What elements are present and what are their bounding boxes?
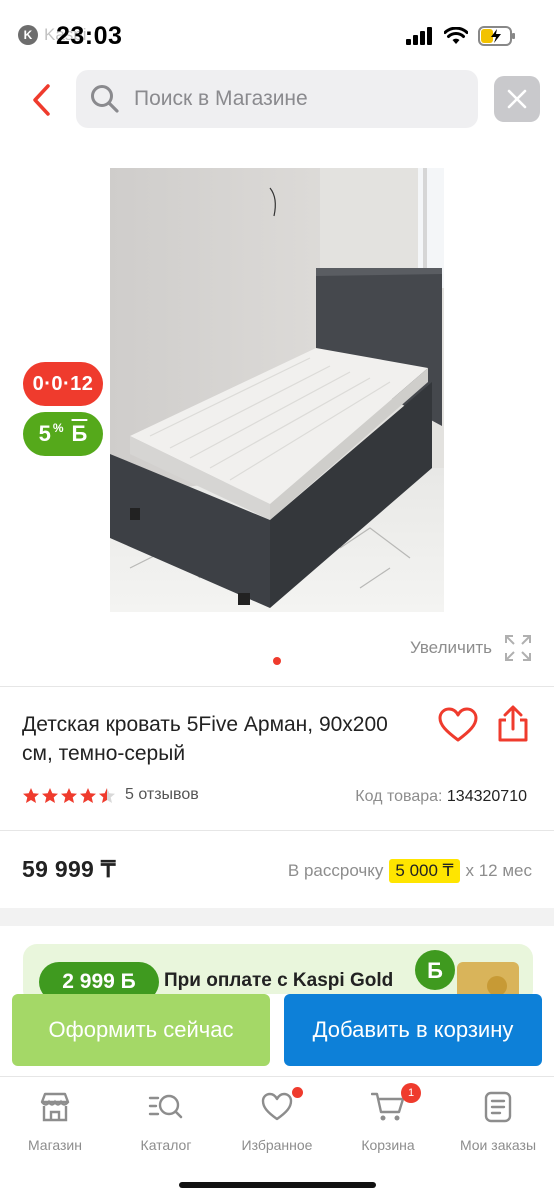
- home-indicator: [179, 1182, 376, 1188]
- shop-icon: [40, 1092, 70, 1122]
- tab-favorites[interactable]: Избранное: [222, 1087, 332, 1157]
- product-page: K Kaspi 23:03 Поиск в Магазине 0·0·12 5 …: [0, 0, 554, 1200]
- bonus-badge: 5 % Б: [23, 412, 103, 456]
- product-code-value: 134320710: [446, 788, 527, 805]
- tab-favorites-label: Избранное: [241, 1137, 313, 1153]
- rating-row[interactable]: 5 отзывов: [22, 786, 199, 804]
- installment-info[interactable]: В рассрочку 5 000 ₸ х 12 мес: [288, 859, 532, 883]
- search-input[interactable]: [134, 87, 454, 111]
- star-icon: [99, 787, 115, 803]
- search-icon: [91, 85, 119, 113]
- cart-icon: [371, 1092, 405, 1121]
- kaspi-app-icon: K: [18, 25, 38, 45]
- star-icon: [80, 787, 96, 803]
- search-header: [0, 68, 554, 132]
- expand-icon: [505, 635, 531, 661]
- reviews-count[interactable]: 5 отзывов: [125, 786, 199, 804]
- back-button[interactable]: [22, 80, 62, 120]
- tab-catalog-label: Каталог: [140, 1137, 192, 1153]
- status-time: 23:03: [56, 22, 123, 50]
- add-to-cart-button[interactable]: Добавить в корзину: [284, 994, 542, 1066]
- battery-icon: [478, 26, 515, 46]
- installment-term: х 12 мес: [465, 861, 533, 880]
- orders-icon: [484, 1091, 512, 1123]
- divider: [0, 686, 554, 687]
- tab-catalog-icon-wrap: [148, 1087, 184, 1127]
- section-separator: [0, 908, 554, 926]
- installment-label: В рассрочку: [287, 861, 384, 880]
- status-icons: [406, 26, 516, 46]
- signal-icon: [406, 27, 432, 45]
- share-button[interactable]: [496, 705, 532, 745]
- close-button[interactable]: [494, 76, 540, 122]
- tab-cart[interactable]: 1 Корзина: [333, 1083, 443, 1157]
- cta-bar: Оформить сейчас Добавить в корзину: [0, 994, 554, 1070]
- tab-favorites-icon-wrap: [261, 1087, 303, 1127]
- close-icon: [507, 89, 527, 109]
- heart-icon: [261, 1092, 293, 1121]
- favorite-button[interactable]: [438, 707, 478, 747]
- status-bar: K Kaspi 23:03: [0, 0, 554, 64]
- star-icon: [23, 787, 39, 803]
- search-bar[interactable]: [76, 70, 478, 128]
- tab-shop[interactable]: Магазин: [0, 1087, 110, 1157]
- product-title: Детская кровать 5Five Арман, 90x200 см, …: [22, 713, 388, 765]
- bonus-currency: Б: [71, 421, 88, 446]
- buy-now-button[interactable]: Оформить сейчас: [12, 994, 270, 1066]
- favorites-dot: [292, 1087, 303, 1098]
- cart-count-badge: 1: [401, 1083, 421, 1103]
- bonus-percent: 5: [38, 421, 51, 446]
- tab-orders-label: Мои заказы: [459, 1137, 537, 1153]
- tab-orders-icon-wrap: [484, 1087, 512, 1127]
- price: 59 999 ₸: [22, 856, 116, 882]
- tab-catalog[interactable]: Каталог: [111, 1087, 221, 1157]
- tab-cart-label: Корзина: [361, 1137, 415, 1153]
- bed-photo: [110, 168, 444, 612]
- star-icon: [61, 787, 77, 803]
- bonus-percent-sign: %: [52, 421, 64, 435]
- wifi-icon: [444, 27, 468, 44]
- tab-shop-label: Магазин: [27, 1137, 82, 1153]
- installment-badge: 0·0·12: [23, 362, 103, 406]
- share-icon: [498, 705, 528, 742]
- product-code: Код товара: 134320710: [355, 788, 527, 806]
- tab-cart-icon-wrap: 1: [371, 1083, 421, 1127]
- chevron-left-icon: [33, 84, 50, 116]
- tab-shop-icon-wrap: [38, 1087, 72, 1127]
- product-code-label: Код товара:: [355, 788, 443, 805]
- zoom-label: Увеличить: [410, 638, 492, 657]
- svg-text:Б: Б: [427, 958, 443, 983]
- installment-amount: 5 000 ₸: [389, 859, 460, 883]
- tab-orders[interactable]: Мои заказы: [443, 1087, 553, 1157]
- gallery-pagination-dot: [273, 657, 281, 665]
- star-icon: [42, 787, 58, 803]
- rating-stars: [22, 787, 116, 804]
- catalog-icon: [148, 1094, 183, 1119]
- zoom-button[interactable]: Увеличить: [410, 634, 532, 662]
- promo-text: При оплате с Kaspi Gold: [164, 970, 394, 991]
- product-image[interactable]: [110, 168, 444, 612]
- heart-icon: [438, 707, 478, 742]
- divider: [0, 830, 554, 831]
